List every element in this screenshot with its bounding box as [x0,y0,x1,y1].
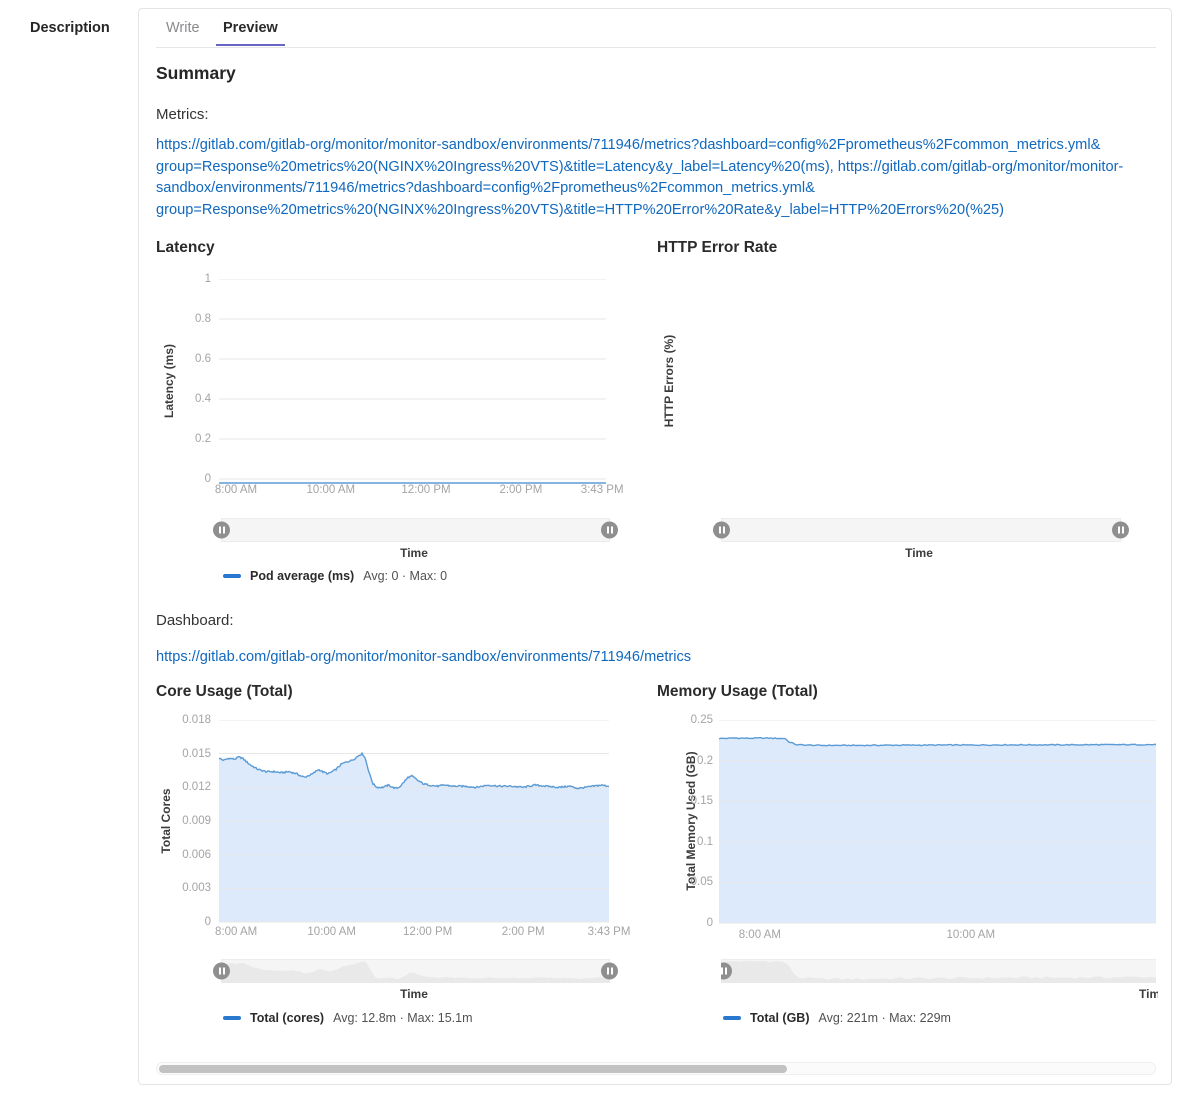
latency-brush-right-handle[interactable] [601,522,618,539]
core_usage_total-y-tick: 0.003 [182,882,211,894]
memory-usage-legend-name: Total (GB) [750,1011,809,1025]
summary-heading: Summary [156,63,236,84]
latency-brush-slider[interactable] [221,518,610,542]
latency-x-tick: 10:00 AM [307,484,356,496]
core_usage_total-x-tick: 10:00 AM [307,926,356,938]
horizontal-scrollbar[interactable] [156,1062,1156,1075]
core_usage_total-x-tick: 3:43 PM [588,926,631,938]
metrics-link-line[interactable]: group=Response%20metrics%20(NGINX%20Ingr… [156,157,1123,179]
core-usage-brush-slider[interactable] [221,959,610,983]
memory_usage_total-x-tick: 8:00 AM [739,929,781,941]
memory_usage_total-y-tick: 0.15 [691,795,713,807]
latency-y-axis-label: Latency (ms) [162,344,176,418]
core_usage_total-y-tick: 0.012 [182,781,211,793]
http-error-rate-x-axis-label: Time [905,546,933,560]
latency-plot [219,279,606,491]
metrics-link-line[interactable]: https://gitlab.com/gitlab-org/monitor/mo… [156,135,1123,157]
tab-write[interactable]: Write [166,20,200,36]
core-usage-brush-preview [221,959,610,983]
latency-y-tick: 0.6 [195,353,211,365]
core-usage-legend[interactable]: Total (cores) Avg: 12.8m · Max: 15.1m [223,1011,473,1025]
latency-legend[interactable]: Pod average (ms) Avg: 0 · Max: 0 [223,569,447,583]
core-usage-legend-swatch-icon [223,1016,241,1020]
core_usage_total-y-tick: 0.006 [182,849,211,861]
core-usage-plot [219,720,609,926]
latency-y-tick: 0.4 [195,393,211,405]
core_usage_total-y-tick: 0.018 [182,714,211,726]
latency-y-tick: 0.2 [195,433,211,445]
core_usage_total-y-tick: 0.009 [182,815,211,827]
core_usage_total-x-tick: 8:00 AM [215,926,257,938]
latency-y-tick: 0 [205,473,211,485]
http-error-rate-chart-title: HTTP Error Rate [657,239,777,257]
latency-x-axis-label: Time [400,546,428,560]
latency-legend-stats: Avg: 0 · Max: 0 [363,569,447,583]
core-usage-brush-right-handle[interactable] [601,963,618,980]
core-usage-brush-left-handle[interactable] [213,963,230,980]
core-usage-legend-name: Total (cores) [250,1011,324,1025]
memory-usage-chart-title: Memory Usage (Total) [657,683,818,701]
core-usage-legend-stats: Avg: 12.8m · Max: 15.1m [333,1011,472,1025]
latency-x-tick: 3:43 PM [581,484,624,496]
memory_usage_total-y-tick: 0.2 [697,755,713,767]
metrics-link-line[interactable]: group=Response%20metrics%20(NGINX%20Ingr… [156,200,1123,222]
http-error-rate-brush-left-handle[interactable] [713,522,730,539]
metrics-link-line[interactable]: sandbox/environments/711946/metrics?dash… [156,178,1123,200]
memory-usage-x-axis-label: Time [1139,987,1158,1001]
core_usage_total-y-tick: 0 [205,916,211,928]
core-usage-y-axis-label: Total Cores [159,788,173,853]
description-field-label: Description [30,20,110,36]
latency-x-tick: 8:00 AM [215,484,257,496]
memory-usage-brush-slider[interactable] [721,959,1156,983]
description-preview-panel: Write Preview Summary Metrics: https://g… [138,8,1172,1085]
memory_usage_total-x-tick: 10:00 AM [946,929,995,941]
http-error-rate-brush-slider[interactable] [721,518,1121,542]
memory_usage_total-y-tick: 0.05 [691,876,713,888]
memory-usage-plot [719,720,1156,926]
latency-legend-swatch-icon [223,574,241,578]
core_usage_total-x-tick: 12:00 PM [403,926,452,938]
http-error-rate-y-axis-label: HTTP Errors (%) [662,335,676,427]
core-usage-x-axis-label: Time [400,987,428,1001]
core-usage-chart-title: Core Usage (Total) [156,683,293,701]
latency-y-tick: 0.8 [195,313,211,325]
latency-x-tick: 2:00 PM [499,484,542,496]
dashboard-label: Dashboard: [156,612,234,629]
dashboard-link[interactable]: https://gitlab.com/gitlab-org/monitor/mo… [156,649,691,665]
latency-chart-title: Latency [156,239,215,257]
metrics-label: Metrics: [156,106,209,123]
latency-brush-left-handle[interactable] [213,522,230,539]
latency-x-tick: 12:00 PM [401,484,450,496]
memory_usage_total-y-tick: 0.25 [691,714,713,726]
memory-usage-legend[interactable]: Total (GB) Avg: 221m · Max: 229m [723,1011,951,1025]
http-error-rate-brush-right-handle[interactable] [1112,522,1129,539]
memory_usage_total-y-tick: 0 [707,917,713,929]
latency-y-tick: 1 [205,273,211,285]
memory-usage-y-axis-label: Total Memory Used (GB) [684,751,698,890]
memory-usage-legend-swatch-icon [723,1016,741,1020]
latency-legend-name: Pod average (ms) [250,569,354,583]
memory-usage-legend-stats: Avg: 221m · Max: 229m [818,1011,950,1025]
horizontal-scrollbar-thumb[interactable] [159,1065,787,1073]
write-preview-tabbar: Write Preview [156,9,1156,48]
core_usage_total-x-tick: 2:00 PM [502,926,545,938]
core_usage_total-y-tick: 0.015 [182,748,211,760]
memory-usage-brush-clip [721,959,1156,983]
memory-usage-brush-preview [721,959,1156,983]
metrics-links: https://gitlab.com/gitlab-org/monitor/mo… [156,135,1123,221]
memory_usage_total-y-tick: 0.1 [697,836,713,848]
tab-preview[interactable]: Preview [216,20,285,46]
